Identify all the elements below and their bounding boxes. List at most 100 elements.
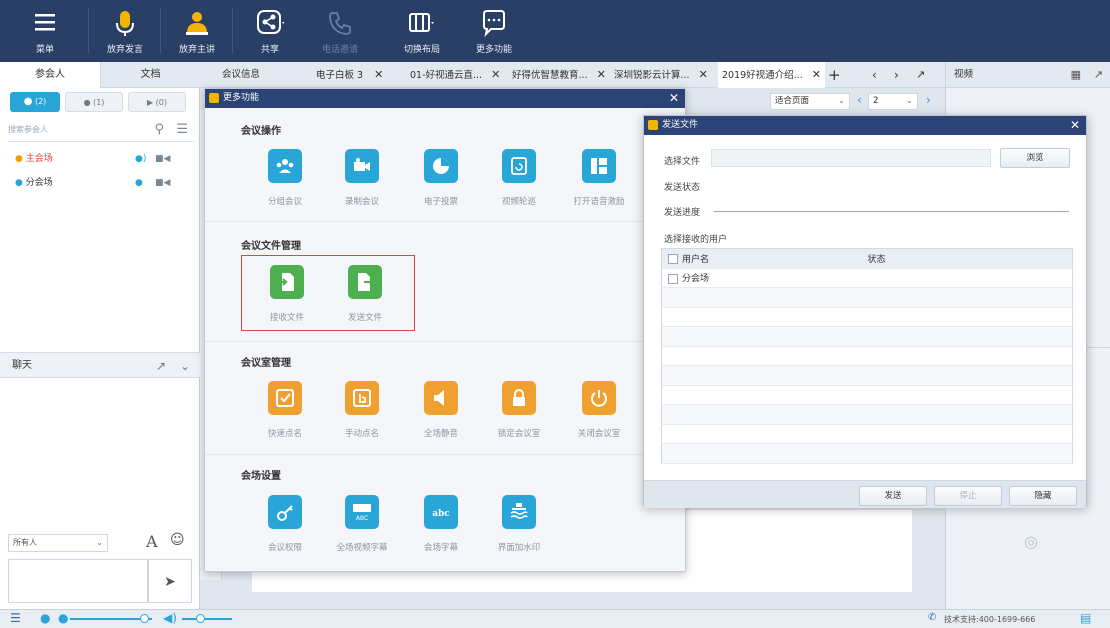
list-icon[interactable]: ☰ xyxy=(176,120,188,140)
chevron-down-icon: ⌄ xyxy=(96,538,103,547)
manual-rollcall-button[interactable]: 手动点名 xyxy=(322,381,402,439)
emoji-icon[interactable]: ☺ xyxy=(170,532,185,548)
next-page-icon[interactable]: › xyxy=(926,93,931,107)
file-path-input[interactable] xyxy=(711,149,991,167)
power-icon xyxy=(582,381,616,415)
participant-row[interactable]: ● 主会场 ●) ■◀ xyxy=(15,150,195,168)
expand-icon[interactable]: ↗ xyxy=(1094,62,1103,88)
give-up-presenter-button[interactable]: 放弃主讲 xyxy=(167,6,227,58)
user-cell[interactable]: 分会场 xyxy=(661,268,862,289)
close-icon[interactable]: ✕ xyxy=(597,68,606,81)
svg-text:ABC: ABC xyxy=(356,515,368,522)
phone-invite-button[interactable]: 电话邀请 xyxy=(310,6,370,58)
send-message-button[interactable]: ➤ xyxy=(148,559,192,603)
page-number-value: 2 xyxy=(873,96,879,106)
tab-documents[interactable]: 文档 xyxy=(100,62,200,88)
item-label: 关闭会议室 xyxy=(577,429,621,439)
filter-speaking[interactable]: ● (1) xyxy=(65,92,123,112)
participant-row[interactable]: ● 分会场 ● ■◀ xyxy=(15,174,195,192)
select-all-checkbox[interactable] xyxy=(668,254,678,265)
participant-name: 主会场 xyxy=(25,154,53,164)
quick-rollcall-button[interactable]: 快速点名 xyxy=(245,381,325,439)
prev-page-icon[interactable]: ‹ xyxy=(857,93,862,107)
record-meeting-button[interactable]: 录制会议 xyxy=(322,149,402,207)
tab-doc2[interactable]: 好得优智慧教育... ✕ xyxy=(512,62,606,88)
add-tab-icon[interactable]: + xyxy=(828,62,841,88)
chat-input[interactable] xyxy=(8,559,148,603)
next-tab-icon[interactable]: › xyxy=(894,62,899,88)
user-checkbox[interactable] xyxy=(668,273,678,284)
give-up-speaking-button[interactable]: 放弃发言 xyxy=(95,6,155,58)
item-label: 电子投票 xyxy=(423,197,458,207)
user-column-header[interactable]: 用户名 xyxy=(661,248,862,269)
dialog-header: 更多功能 ✕ xyxy=(205,89,685,108)
filter-all[interactable]: ● (2) xyxy=(10,92,60,112)
send-file-dialog: 发送文件 ✕ 选择文件 浏览 发送状态 发送进度 选择接收的用户 用户名 状态 … xyxy=(643,115,1087,508)
page-fit-select[interactable]: 适合页面 ⌄ xyxy=(770,93,850,110)
menu-icon xyxy=(35,14,55,31)
settings-icon[interactable]: ☰ xyxy=(10,611,21,625)
send-button[interactable]: 发送 xyxy=(859,486,927,506)
speaker-icon xyxy=(424,381,458,415)
close-icon[interactable]: ✕ xyxy=(669,90,679,106)
tab-doc1[interactable]: 01-好视通云直... ✕ xyxy=(410,62,500,88)
watermark-button[interactable]: 界面加水印 xyxy=(479,495,559,553)
video-layout-icon[interactable]: ▦ xyxy=(1071,62,1081,88)
recipient-select[interactable]: 所有人 ⌄ xyxy=(8,534,108,552)
close-icon[interactable]: ✕ xyxy=(374,68,383,81)
participant-search[interactable]: 搜索参会人 ⚲ ☰ xyxy=(8,120,194,142)
venue-subtitle-button[interactable]: abc 会场字幕 xyxy=(401,495,481,553)
item-label: 手动点名 xyxy=(344,429,379,439)
collapse-icon[interactable]: ⌄ xyxy=(180,353,190,379)
search-icon[interactable]: ⚲ xyxy=(154,120,164,140)
close-icon[interactable]: ✕ xyxy=(1070,117,1080,133)
search-input[interactable]: 搜索参会人 xyxy=(8,125,48,134)
popout-icon[interactable]: ↗ xyxy=(156,353,166,379)
stop-button[interactable]: 停止 xyxy=(934,486,1002,506)
tab-label: 好得优智慧教育... xyxy=(512,70,588,81)
filter-all-count: (2) xyxy=(34,97,47,106)
e-vote-button[interactable]: 电子投票 xyxy=(401,149,481,207)
filter-presenting[interactable]: ▶ (0) xyxy=(128,92,186,112)
tab-doc3[interactable]: 深圳锐影云计算... ✕ xyxy=(614,62,708,88)
section-title: 会议文件管理 xyxy=(241,241,301,252)
video-rotation-button[interactable]: 视频轮巡 xyxy=(479,149,559,207)
mute-all-button[interactable]: 全场静音 xyxy=(401,381,481,439)
more-functions-label: 更多功能 xyxy=(475,45,512,55)
group-meeting-button[interactable]: 分组会议 xyxy=(245,149,325,207)
browse-button[interactable]: 浏览 xyxy=(1000,148,1070,168)
close-icon[interactable]: ✕ xyxy=(699,68,708,81)
share-button[interactable]: 共享 xyxy=(240,6,300,58)
tab-meeting-info[interactable]: 会议信息 xyxy=(222,62,260,88)
tab-participants[interactable]: 参会人 xyxy=(0,62,100,88)
tab-whiteboard[interactable]: 电子白板 3 ✕ xyxy=(316,62,383,88)
close-icon[interactable]: ✕ xyxy=(812,68,821,81)
meeting-permission-button[interactable]: 会议权限 xyxy=(245,495,325,553)
close-icon[interactable]: ✕ xyxy=(491,68,500,81)
switch-layout-button[interactable]: 切换布局 xyxy=(392,6,452,58)
speaker-volume-slider[interactable] xyxy=(182,618,232,620)
slider-handle[interactable] xyxy=(140,614,149,623)
page-number-select[interactable]: 2 ⌄ xyxy=(868,93,918,110)
phone-invite-label: 电话邀请 xyxy=(321,45,358,55)
dialog-header: 发送文件 ✕ xyxy=(644,116,1086,135)
hand-pointer-icon xyxy=(345,381,379,415)
user-icon: ● xyxy=(15,178,23,188)
item-label: 界面加水印 xyxy=(497,543,541,553)
voice-activation-button[interactable]: 打开语音激励 xyxy=(559,149,639,207)
lock-room-button[interactable]: 锁定会议室 xyxy=(479,381,559,439)
hide-button[interactable]: 隐藏 xyxy=(1009,486,1077,506)
close-room-button[interactable]: 关闭会议室 xyxy=(559,381,639,439)
font-icon[interactable]: A xyxy=(146,532,158,551)
video-subtitle-button[interactable]: ABC 全场视频字幕 xyxy=(322,495,402,553)
prev-tab-icon[interactable]: ‹ xyxy=(872,62,877,88)
tab-doc4[interactable]: 2019好视通介绍... ✕ xyxy=(718,62,825,88)
monitor-icon[interactable]: ▤ xyxy=(1080,611,1091,625)
more-functions-button[interactable]: 更多功能 xyxy=(464,6,524,58)
slider-handle[interactable] xyxy=(196,614,205,623)
status-bar: ☰ ● ● ◀) ✆ 技术支持:400-1699-666 ▤ xyxy=(0,609,1110,628)
menu-button[interactable]: 菜单 xyxy=(15,6,75,58)
microphone-small-icon: ● xyxy=(83,98,91,107)
expand-icon[interactable]: ↗ xyxy=(916,62,925,88)
table-row[interactable]: 分会场 xyxy=(661,268,1073,289)
